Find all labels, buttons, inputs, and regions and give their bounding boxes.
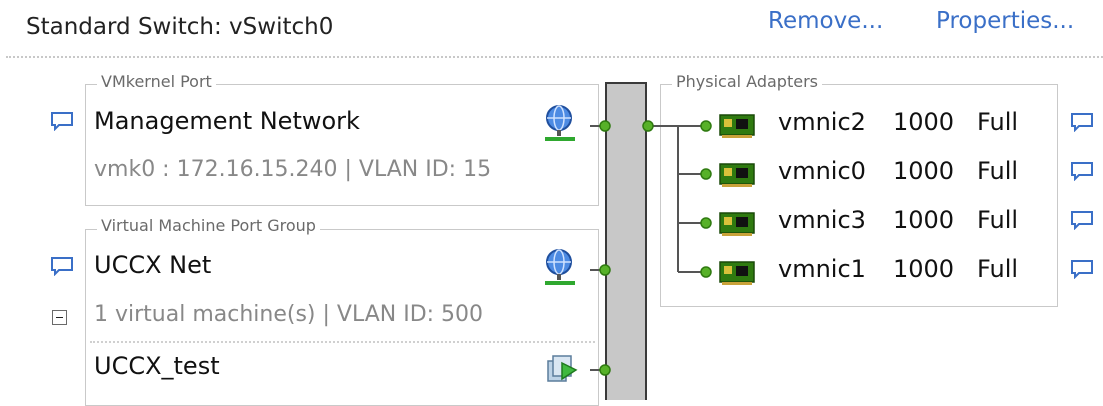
info-bubble-icon[interactable] [1070, 161, 1094, 181]
adapter-speed: 1000 [893, 157, 955, 185]
adapter-duplex: Full [977, 157, 1019, 185]
adapter-name[interactable]: vmnic3 [778, 206, 866, 234]
info-bubble-icon[interactable] [1070, 210, 1094, 230]
adapter-speed: 1000 [893, 255, 955, 283]
adapter-speed: 1000 [893, 108, 955, 136]
info-bubble-icon[interactable] [1070, 259, 1094, 279]
nic-card-icon [719, 163, 755, 187]
nic-card-icon [719, 212, 755, 236]
info-bubble-icon[interactable] [1070, 112, 1094, 132]
adapter-duplex: Full [977, 206, 1019, 234]
nic-card-icon [719, 114, 755, 138]
adapter-speed: 1000 [893, 206, 955, 234]
nic-card-icon [719, 261, 755, 285]
connection-lines [590, 120, 712, 376]
adapter-duplex: Full [977, 255, 1019, 283]
adapter-name[interactable]: vmnic1 [778, 255, 866, 283]
adapter-name[interactable]: vmnic0 [778, 157, 866, 185]
adapter-duplex: Full [977, 108, 1019, 136]
adapter-name[interactable]: vmnic2 [778, 108, 866, 136]
